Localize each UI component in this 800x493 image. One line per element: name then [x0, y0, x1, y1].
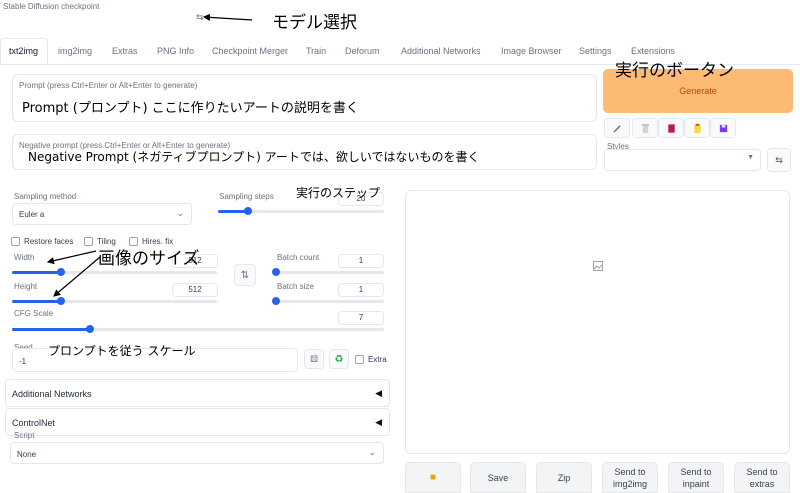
annotation-cfg: プロンプトを従う スケール	[48, 344, 196, 358]
annotation-image-size: 画像のサイズ	[98, 249, 200, 269]
annotation-model-select: モデル選択	[272, 13, 357, 33]
annotation-negative-prompt: Negative Prompt (ネガティブプロンプト) アートでは、欲しいでは…	[28, 150, 480, 164]
annotation-steps: 実行のステップ	[296, 186, 381, 200]
annotation-prompt: Prompt (プロンプト) ここに作りたいアートの説明を書く	[22, 101, 359, 116]
annotation-run-button: 実行のボータン	[615, 61, 734, 81]
